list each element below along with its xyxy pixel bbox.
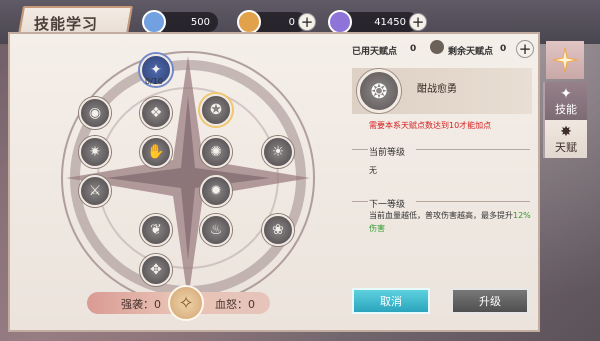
talent-node-eye[interactable]: ◉ — [79, 97, 111, 129]
spirit-icon: ✺ — [210, 144, 222, 160]
wolf-icon: ❖ — [149, 105, 163, 121]
fury-points: 血怒：0 — [215, 298, 255, 311]
talent-tab-icon: ✸ — [560, 124, 572, 140]
next-level-divider-left — [352, 201, 368, 202]
current-level-divider-right — [416, 149, 530, 150]
eye-icon: ◉ — [88, 105, 102, 121]
current-level-value: 无 — [369, 166, 377, 175]
flame-icon: ❀ — [272, 222, 284, 238]
blade-icon: ⚔ — [88, 183, 102, 199]
diamond-resource: 41450 + — [328, 10, 427, 34]
top-node-count: 0/10 — [145, 77, 163, 86]
tab-skill-label: 技能 — [555, 103, 577, 116]
talent-node-blade[interactable]: ⚔ — [79, 175, 111, 207]
selected-talent-icon: ❂ — [357, 69, 401, 113]
tab-skill[interactable]: ✦ 技能 — [543, 82, 587, 120]
talent-requirement: 需要本系天赋点数达到10才能加点 — [369, 121, 492, 130]
add-talent-point-button[interactable]: + — [516, 40, 534, 58]
diamond-icon — [328, 10, 352, 34]
selected-talent-name: 酣战愈勇 — [417, 84, 457, 95]
remaining-points-icon — [430, 40, 444, 54]
current-level-title: 当前等级 — [369, 148, 406, 158]
tab-talent[interactable]: ✸ 天赋 — [543, 120, 587, 158]
top-node-icon: ✦ — [150, 62, 162, 78]
remaining-points-label: 剩余天赋点 — [448, 47, 494, 57]
add-diamond-button[interactable]: + — [409, 13, 427, 31]
next-level-description: 当前血量越低，普攻伤害越高，最多提升12%伤害 — [369, 209, 534, 235]
gold-resource: 0 + — [237, 10, 316, 34]
current-level-divider-left — [352, 149, 368, 150]
bottom-node-icon: ✥ — [150, 262, 162, 278]
talent-node-bottom[interactable]: ✥ — [140, 254, 172, 286]
used-points-value: 0 — [410, 44, 417, 54]
claw-icon: ✷ — [89, 144, 101, 160]
talent-node-sun[interactable]: ☀ — [262, 136, 294, 168]
talent-node-hands[interactable]: ✋ — [140, 136, 172, 168]
diamond-value: 41450 — [374, 16, 406, 28]
gold-value: 0 — [288, 16, 295, 28]
next-level-divider-right — [416, 201, 530, 202]
silver-value: 500 — [190, 16, 210, 28]
silver-coin-icon — [142, 10, 166, 34]
talent-node-spirit[interactable]: ✺ — [200, 136, 232, 168]
silver-resource: 500 — [142, 10, 218, 34]
close-button[interactable] — [546, 41, 584, 79]
hydra-icon: ♨ — [209, 222, 223, 238]
burst-icon: ✹ — [210, 183, 222, 199]
talent-node-selected[interactable]: ✪ — [200, 94, 232, 126]
remaining-points-value: 0 — [500, 44, 507, 54]
page-title: 技能学习 — [34, 15, 99, 33]
assault-points: 强袭：0 — [121, 298, 161, 311]
talent-node-flame[interactable]: ❀ — [262, 214, 294, 246]
next-level-description-text: 当前血量越低，普攻伤害越高，最多提升 — [369, 211, 513, 220]
cancel-button[interactable]: 取消 — [352, 288, 430, 314]
talent-node-wolf[interactable]: ❖ — [140, 97, 172, 129]
skill-tab-icon: ✦ — [560, 86, 572, 102]
center-emblem-icon: ✧ — [178, 292, 194, 314]
gold-coin-icon — [237, 10, 261, 34]
upgrade-button[interactable]: 升级 — [451, 288, 529, 314]
talent-node-burst[interactable]: ✹ — [200, 175, 232, 207]
used-points-label: 已用天赋点 — [352, 47, 398, 57]
add-gold-button[interactable]: + — [298, 13, 316, 31]
tab-talent-label: 天赋 — [555, 141, 577, 154]
talent-node-claw[interactable]: ✷ — [79, 136, 111, 168]
hands-icon: ✋ — [147, 144, 165, 160]
roar-icon: ❂ — [370, 79, 388, 103]
talent-node-leaf[interactable]: ❦ — [140, 214, 172, 246]
selected-skill-icon: ✪ — [210, 102, 222, 118]
sun-icon: ☀ — [271, 144, 285, 160]
center-emblem: ✧ — [168, 285, 204, 321]
leaf-icon: ❦ — [150, 222, 162, 238]
talent-node-hydra[interactable]: ♨ — [200, 214, 232, 246]
close-star-icon — [552, 47, 578, 73]
